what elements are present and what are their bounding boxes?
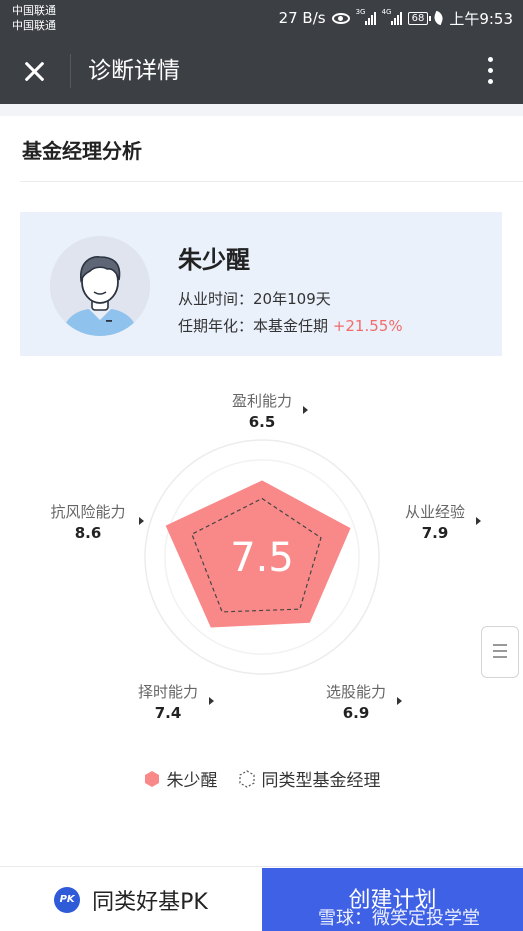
person-icon — [50, 236, 150, 336]
axis-name-stock-pick: 选股能力 — [325, 683, 386, 701]
title-divider — [70, 54, 71, 88]
annual-label: 任期年化： — [178, 317, 254, 335]
title-bar: 诊断详情 — [0, 38, 523, 104]
tenure-value: 20年109天 — [253, 290, 331, 308]
avatar — [50, 236, 150, 336]
radar-center-score: 7.5 — [230, 535, 294, 581]
bottom-action-bar: PK 同类好基PK 创建计划 雪球：微笑定投学堂 — [0, 868, 523, 931]
axis-label-stock-pick[interactable]: 选股能力 6.9 — [301, 681, 411, 722]
eye-icon — [331, 12, 350, 24]
axis-label-profit[interactable]: 盈利能力 6.5 — [207, 390, 317, 431]
watermark: 雪球：微笑定投学堂 — [318, 908, 480, 929]
chart-legend: 朱少醒 同类型基金经理 — [0, 766, 523, 791]
tenure-row: 从业时间：20年109天 — [178, 288, 331, 309]
network-speed: 27 B/s — [278, 9, 326, 27]
chevron-right-icon — [397, 697, 402, 705]
tenure-label: 从业时间： — [178, 290, 254, 308]
signal-4g-icon: 4G — [381, 8, 402, 25]
manager-card: 朱少醒 从业时间：20年109天 任期年化：本基金任期 +21.55% — [20, 212, 502, 356]
chevron-right-icon — [476, 517, 481, 525]
section-title: 基金经理分析 — [22, 139, 142, 163]
legend-label-peers: 同类型基金经理 — [261, 771, 381, 791]
chevron-right-icon — [139, 517, 144, 525]
more-options-button[interactable] — [485, 54, 495, 88]
legend-item-manager: 朱少醒 — [143, 766, 218, 791]
axis-name-risk: 抗风险能力 — [50, 503, 126, 521]
leaf-icon — [432, 10, 446, 26]
axis-label-risk[interactable]: 抗风险能力 8.6 — [33, 501, 144, 542]
chevron-right-icon — [209, 697, 214, 705]
axis-value-experience: 7.9 — [421, 524, 449, 542]
legend-label-manager: 朱少醒 — [166, 771, 218, 791]
axis-name-profit: 盈利能力 — [231, 392, 292, 410]
axis-value-profit: 6.5 — [248, 413, 276, 431]
side-menu-handle[interactable] — [481, 626, 519, 678]
hexagon-dashed-icon — [238, 769, 255, 788]
page-title: 诊断详情 — [88, 58, 180, 84]
axis-value-stock-pick: 6.9 — [342, 704, 370, 722]
status-bar: 中国联通 中国联通 27 B/s 3G 4G 68 上午9:53 — [0, 0, 523, 38]
axis-name-timing: 择时能力 — [137, 683, 198, 701]
radar-chart: 7.5 盈利能力 6.5 从业经验 7.9 选股能力 6.9 择时能力 7.4 … — [0, 370, 523, 760]
axis-label-timing[interactable]: 择时能力 7.4 — [113, 681, 223, 722]
battery-icon: 68 — [407, 11, 432, 25]
close-button[interactable] — [14, 52, 54, 90]
compare-pk-button[interactable]: PK 同类好基PK — [0, 868, 262, 931]
section-divider — [20, 181, 523, 182]
axis-value-timing: 7.4 — [154, 704, 182, 722]
status-icons: 27 B/s 3G 4G 68 上午9:53 — [279, 8, 513, 28]
signal-4g-label: 4G — [381, 8, 392, 16]
annual-return-value: +21.55% — [332, 317, 403, 335]
page: 中国联通 中国联通 27 B/s 3G 4G 68 上午9:53 诊断详情 基金… — [0, 0, 523, 931]
signal-3g-label: 3G — [355, 8, 366, 16]
chevron-right-icon — [303, 406, 308, 414]
axis-value-risk: 8.6 — [74, 524, 102, 542]
axis-name-experience: 从业经验 — [404, 503, 465, 521]
footer-divider — [0, 866, 523, 867]
legend-item-peers: 同类型基金经理 — [238, 766, 381, 791]
hexagon-filled-icon — [144, 770, 159, 787]
annual-text: 本基金任期 — [253, 317, 329, 335]
separator-band — [0, 104, 523, 116]
pk-icon: PK — [54, 886, 81, 913]
carrier-1: 中国联通 — [12, 4, 56, 17]
carrier-2: 中国联通 — [12, 19, 56, 32]
clock: 上午9:53 — [449, 9, 513, 28]
signal-3g-icon: 3G — [355, 8, 376, 25]
annual-return-row: 任期年化：本基金任期 +21.55% — [178, 315, 403, 336]
axis-label-experience[interactable]: 从业经验 7.9 — [380, 501, 490, 542]
manager-name: 朱少醒 — [178, 246, 250, 274]
compare-pk-label: 同类好基PK — [92, 889, 208, 915]
